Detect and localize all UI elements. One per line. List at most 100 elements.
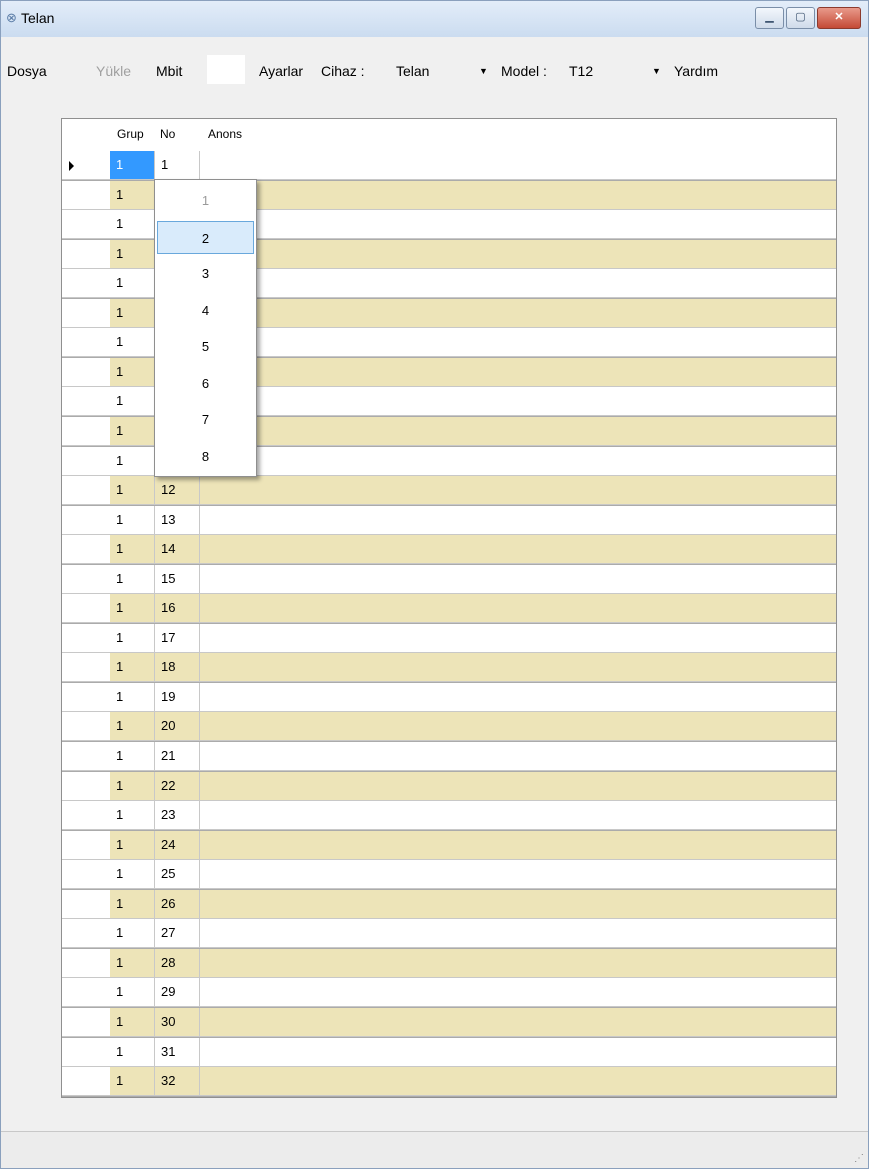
dropdown-option[interactable]: 2 <box>157 220 254 254</box>
row-header[interactable] <box>62 180 111 209</box>
dropdown-option[interactable]: 3 <box>157 257 254 290</box>
row-header[interactable] <box>62 594 111 623</box>
row-header[interactable] <box>62 653 111 682</box>
cell-grup[interactable]: 1 <box>110 180 155 209</box>
row-header[interactable] <box>62 889 111 918</box>
row-header[interactable] <box>62 446 111 475</box>
cell-no[interactable]: 16 <box>155 594 200 623</box>
row-header[interactable] <box>62 978 111 1007</box>
cell-grup[interactable]: 1 <box>110 564 155 593</box>
table-row[interactable]: 1 28 <box>62 948 836 978</box>
table-row[interactable]: 1 14 <box>62 535 836 565</box>
cell-grup[interactable]: 1 <box>110 830 155 859</box>
cell-no[interactable]: 31 <box>155 1037 200 1066</box>
table-row[interactable]: 1 27 <box>62 919 836 949</box>
cell-grup[interactable]: 1 <box>110 978 155 1007</box>
cell-grup[interactable]: 1 <box>110 505 155 534</box>
dropdown-option[interactable]: 4 <box>157 294 254 327</box>
table-row[interactable]: 1 23 <box>62 801 836 831</box>
cell-anons[interactable] <box>200 830 836 859</box>
cell-no[interactable]: 19 <box>155 682 200 711</box>
cell-anons[interactable] <box>200 623 836 652</box>
row-header[interactable] <box>62 742 111 770</box>
cell-no[interactable]: 15 <box>155 564 200 593</box>
cell-no[interactable]: 23 <box>155 801 200 830</box>
cell-no[interactable]: 32 <box>155 1067 200 1096</box>
table-row[interactable]: 1 22 <box>62 771 836 801</box>
column-header-grup[interactable]: Grup <box>117 126 144 142</box>
cell-anons[interactable] <box>200 682 836 711</box>
cell-no[interactable]: 30 <box>155 1007 200 1036</box>
cell-no[interactable]: 24 <box>155 830 200 859</box>
table-row[interactable]: 1 20 <box>62 712 836 742</box>
cell-no[interactable]: 1 <box>155 151 200 179</box>
cell-anons[interactable] <box>200 476 836 505</box>
table-row[interactable]: 1 12 <box>62 476 836 506</box>
table-row[interactable]: 1 32 <box>62 1067 836 1097</box>
cell-grup[interactable]: 1 <box>110 742 155 770</box>
table-row[interactable]: 1 29 <box>62 978 836 1008</box>
cell-no[interactable]: 20 <box>155 712 200 741</box>
cell-anons[interactable] <box>200 919 836 948</box>
cell-anons[interactable] <box>200 298 836 327</box>
cell-grup[interactable]: 1 <box>110 1067 155 1096</box>
cell-grup[interactable]: 1 <box>110 269 155 298</box>
cell-anons[interactable] <box>200 180 836 209</box>
cell-anons[interactable] <box>200 1007 836 1036</box>
cell-anons[interactable] <box>200 1037 836 1066</box>
row-header[interactable] <box>62 1067 111 1096</box>
cell-anons[interactable] <box>200 446 836 475</box>
cell-no[interactable]: 13 <box>155 505 200 534</box>
cell-no[interactable]: 22 <box>155 771 200 800</box>
cell-no[interactable]: 17 <box>155 623 200 652</box>
cell-grup[interactable]: 1 <box>110 682 155 711</box>
cell-grup[interactable]: 1 <box>110 210 155 239</box>
dropdown-option[interactable]: 8 <box>157 440 254 473</box>
menu-yukle[interactable]: Yükle <box>96 62 131 80</box>
row-header[interactable] <box>62 712 111 741</box>
mbit-field[interactable] <box>207 55 245 84</box>
cell-anons[interactable] <box>200 416 836 445</box>
cell-anons[interactable] <box>200 564 836 593</box>
row-header[interactable] <box>62 476 111 505</box>
cell-no[interactable]: 27 <box>155 919 200 948</box>
cell-no[interactable]: 12 <box>155 476 200 505</box>
row-header[interactable] <box>62 328 111 357</box>
cell-grup[interactable]: 1 <box>110 151 155 179</box>
row-header[interactable] <box>62 771 111 800</box>
row-header[interactable] <box>62 269 111 298</box>
table-row[interactable]: 1 25 <box>62 860 836 890</box>
cell-anons[interactable] <box>200 594 836 623</box>
cell-grup[interactable]: 1 <box>110 801 155 830</box>
cell-anons[interactable] <box>200 1067 836 1096</box>
menu-dosya[interactable]: Dosya <box>7 62 47 80</box>
cell-no[interactable]: 21 <box>155 742 200 770</box>
cell-anons[interactable] <box>200 742 836 770</box>
table-row[interactable]: 1 17 <box>62 623 836 653</box>
cell-anons[interactable] <box>200 801 836 830</box>
cell-anons[interactable] <box>200 357 836 386</box>
row-header[interactable] <box>62 298 111 327</box>
cell-grup[interactable]: 1 <box>110 416 155 445</box>
table-row[interactable]: 1 31 <box>62 1037 836 1067</box>
table-row[interactable]: 1 15 <box>62 564 836 594</box>
table-row[interactable]: 1 16 <box>62 594 836 624</box>
cell-anons[interactable] <box>200 978 836 1007</box>
cell-no[interactable]: 14 <box>155 535 200 564</box>
table-row[interactable]: 1 21 <box>62 742 836 771</box>
cell-anons[interactable] <box>200 239 836 268</box>
table-row[interactable]: 1 30 <box>62 1007 836 1037</box>
cell-grup[interactable]: 1 <box>110 623 155 652</box>
dropdown-option[interactable]: 7 <box>157 403 254 436</box>
dropdown-option[interactable]: 6 <box>157 367 254 400</box>
cell-anons[interactable] <box>200 505 836 534</box>
cell-anons[interactable] <box>200 860 836 889</box>
row-header[interactable] <box>62 357 111 386</box>
row-header[interactable] <box>62 919 111 948</box>
cihaz-dropdown[interactable]: Telan ▼ <box>396 62 496 80</box>
cell-no[interactable]: 25 <box>155 860 200 889</box>
table-row[interactable]: 1 26 <box>62 889 836 919</box>
menu-yardim[interactable]: Yardım <box>674 62 718 80</box>
cell-anons[interactable] <box>200 712 836 741</box>
cell-no[interactable]: 18 <box>155 653 200 682</box>
